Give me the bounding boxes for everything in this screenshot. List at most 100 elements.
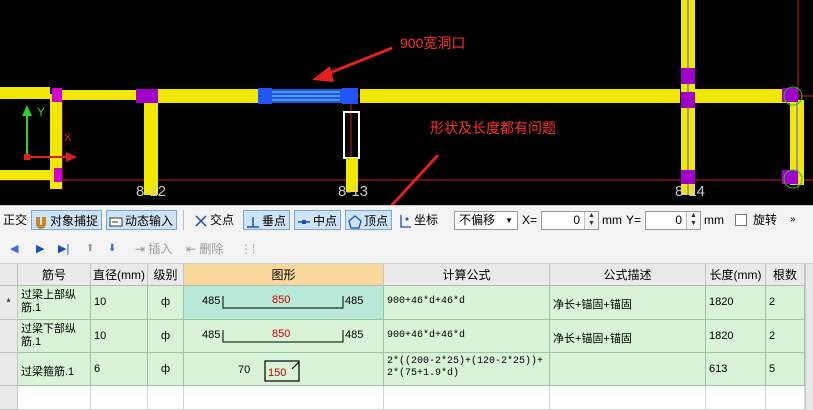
axis-label-8-13: 8-13 [338, 183, 369, 200]
row-marker[interactable]: * [0, 286, 18, 320]
ucs-origin [24, 154, 30, 160]
x-spinner[interactable]: ▲ ▼ [584, 212, 598, 229]
midpoint-snap[interactable]: 中点 [294, 210, 342, 230]
snap-toolbar: 正交 对象捕捉 动态输入 交点 垂点 中点 顶点 坐标 不偏移 ▼ X= 0 ▲… [0, 205, 813, 234]
cell-name-text: 过梁下部纵筋.1 [21, 323, 76, 348]
cell-name[interactable]: 过梁下部纵筋.1 [18, 320, 91, 353]
move-up-icon[interactable]: ⬆ [86, 240, 94, 258]
shape-mid-length: 850 [272, 294, 291, 306]
coordinate-icon [400, 214, 411, 228]
coordinate-label: 坐标 [414, 213, 439, 227]
cell-length[interactable]: 613 [706, 353, 766, 386]
more-tools-icon[interactable]: ⋮⁞ [240, 240, 255, 258]
dynamic-input-toggle[interactable]: 动态输入 [106, 210, 178, 230]
cell-diameter[interactable]: 6 [91, 353, 148, 386]
magnet-icon [36, 216, 46, 229]
cell-length-text: 613 [709, 363, 728, 375]
y-label: Y= [626, 213, 642, 227]
coordinate-snap[interactable]: 坐标 [396, 210, 438, 230]
y-coordinate-input[interactable]: 0 ▲ ▼ [645, 211, 701, 230]
cell-count[interactable]: 2 [766, 320, 805, 353]
cell-shape[interactable]: 70 150 [184, 353, 384, 386]
cell-shape[interactable]: 485 850 485 [184, 320, 384, 353]
cell-empty[interactable] [384, 386, 550, 410]
chevron-down-icon: ▼ [505, 216, 513, 225]
column-node [54, 168, 62, 182]
row-marker[interactable] [0, 320, 18, 353]
annotation-arrowhead-opening [312, 66, 334, 82]
cell-diameter[interactable]: 10 [91, 320, 148, 353]
axis-label-8-12: 8-12 [136, 183, 167, 200]
table-scrollbar[interactable] [805, 264, 813, 410]
vertex-snap[interactable]: 顶点 [345, 210, 393, 230]
col-header-count[interactable]: 根数 [766, 264, 805, 286]
cell-name[interactable]: 过梁箍筋.1 [18, 353, 91, 386]
cell-description-text: 净长+锚固+锚固 [553, 333, 632, 345]
col-header-grade[interactable]: 级别 [148, 264, 184, 286]
cell-description[interactable] [550, 353, 706, 386]
cell-empty[interactable] [706, 386, 766, 410]
cell-formula[interactable]: 900+46*d+46*d [384, 286, 550, 320]
cell-diameter[interactable]: 10 [91, 286, 148, 320]
cell-formula[interactable]: 900+46*d+46*d [384, 320, 550, 353]
cell-name[interactable]: 过梁上部纵筋.1 [18, 286, 91, 320]
shape-mid-length: 850 [272, 328, 291, 340]
cell-description[interactable]: 净长+锚固+锚固 [550, 286, 706, 320]
grid-toolbar: ◀ ▶ ▶| ⬆ ⬇ ⇥ 插入 ⇤ 删除 ⋮⁞ [0, 234, 813, 264]
next-row-icon[interactable]: ▶ [36, 240, 44, 258]
cell-empty[interactable] [91, 386, 148, 410]
cell-formula[interactable]: 2*((200-2*25)+(120-2*25))+2*(75+1.9*d) [384, 353, 550, 386]
row-header-corner [0, 264, 18, 286]
cad-canvas[interactable]: 900宽洞口 形状及长度都有问题 Y X 8-12 8-13 8-14 [0, 0, 813, 205]
cell-length-text: 1820 [709, 296, 734, 308]
cell-length[interactable]: 1820 [706, 286, 766, 320]
cell-length[interactable]: 1820 [706, 320, 766, 353]
row-marker[interactable] [0, 353, 18, 386]
col-header-shape[interactable]: 图形 [184, 264, 384, 286]
cell-shape[interactable]: 485 850 485 [184, 286, 384, 320]
rotate-checkbox[interactable] [735, 214, 747, 226]
row-marker-empty[interactable] [0, 386, 18, 410]
col-header-name[interactable]: 筋号 [18, 264, 91, 286]
col-header-length[interactable]: 长度(mm) [706, 264, 766, 286]
cell-count[interactable]: 5 [766, 353, 805, 386]
cell-grade[interactable]: ф [148, 320, 184, 353]
toolbar-overflow-icon[interactable]: » [790, 210, 796, 230]
ucs-x-label: X [64, 132, 72, 144]
shape-left-length: 485 [202, 329, 221, 341]
cell-grade[interactable]: ф [148, 286, 184, 320]
cell-empty[interactable] [766, 386, 805, 410]
cell-formula-text: 900+46*d+46*d [387, 330, 466, 341]
move-down-icon[interactable]: ⬇ [108, 240, 116, 258]
object-snap-toggle[interactable]: 对象捕捉 [31, 210, 103, 230]
delete-button[interactable]: ⇤ 删除 [186, 240, 223, 258]
col-header-description[interactable]: 公式描述 [550, 264, 706, 286]
lintel-end-left [258, 88, 272, 104]
x-coordinate-input[interactable]: 0 ▲ ▼ [541, 211, 599, 230]
shape-left-length: 70 [238, 364, 251, 376]
perpendicular-snap[interactable]: 垂点 [243, 210, 291, 230]
cell-count[interactable]: 2 [766, 286, 805, 320]
intersection-snap[interactable]: 交点 [183, 210, 234, 230]
x-coordinate-value: 0 [573, 213, 580, 227]
first-row-icon[interactable]: ◀ [10, 240, 18, 258]
column-node [52, 88, 62, 102]
cell-empty[interactable] [148, 386, 184, 410]
insert-button[interactable]: ⇥ 插入 [135, 240, 172, 258]
cell-empty[interactable] [18, 386, 91, 410]
col-header-formula[interactable]: 计算公式 [384, 264, 550, 286]
ortho-toggle[interactable]: 正交 [3, 210, 27, 230]
cell-description[interactable]: 净长+锚固+锚固 [550, 320, 706, 353]
x-label: X= [522, 213, 538, 227]
midpoint-icon [298, 219, 310, 224]
cell-empty[interactable] [550, 386, 706, 410]
offset-select[interactable]: 不偏移 ▼ [454, 211, 518, 230]
col-header-diameter[interactable]: 直径(mm) [91, 264, 148, 286]
cell-empty[interactable] [184, 386, 384, 410]
cell-grade[interactable]: ф [148, 353, 184, 386]
last-row-icon[interactable]: ▶| [58, 240, 69, 258]
column-node [681, 170, 695, 184]
shape-left-length: 485 [202, 295, 221, 307]
y-spinner[interactable]: ▲ ▼ [686, 212, 700, 229]
insert-icon: ⇥ [135, 242, 146, 256]
